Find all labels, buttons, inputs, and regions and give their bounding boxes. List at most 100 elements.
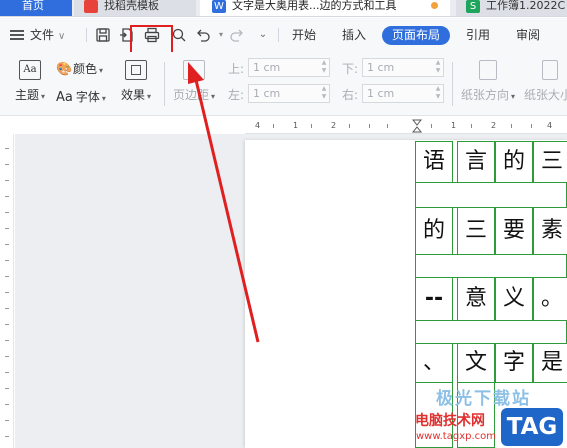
ruler-label: 4: [255, 121, 261, 130]
ruler-tick: [5, 340, 9, 341]
grid-cell[interactable]: 言: [457, 141, 495, 183]
grid-cell[interactable]: 字: [495, 343, 533, 383]
ruler-tick: [5, 356, 9, 357]
grid-cell[interactable]: 义: [495, 277, 533, 321]
ruler-tick: [5, 388, 9, 389]
margin-left-field[interactable]: 1 cm ▲ ▼: [248, 84, 330, 103]
tab-spreadsheet[interactable]: S 工作簿1.2022C: [456, 0, 567, 16]
redo-icon[interactable]: [228, 26, 246, 44]
ruler-tick: [431, 124, 432, 128]
grid-cell[interactable]: 文: [457, 343, 495, 383]
grid-cell[interactable]: 。: [533, 277, 567, 321]
palette-icon: 🎨: [56, 62, 73, 77]
color-button[interactable]: 🎨颜色 ▾: [56, 60, 103, 77]
grid-cell[interactable]: 的: [495, 141, 533, 183]
tab-home-label: 首页: [22, 0, 44, 12]
grid-cell[interactable]: 语: [415, 141, 453, 183]
caret-down-icon: ▾: [41, 92, 46, 101]
spinner-icon[interactable]: ▲ ▼: [433, 85, 443, 102]
paper-size-icon: [542, 60, 558, 80]
tab-bar: 首页 找稻壳模板 W 文字是大奥用表...边的方式和工具 S 工作簿1.2022C: [0, 0, 567, 17]
tab-review[interactable]: 审阅: [510, 26, 546, 45]
tab-template[interactable]: 找稻壳模板: [74, 0, 196, 16]
tab-references[interactable]: 引用: [460, 26, 496, 45]
grid-cell[interactable]: 要: [495, 207, 533, 255]
tab-insert[interactable]: 插入: [336, 26, 372, 45]
ruler-tick: [5, 180, 9, 181]
margin-left-value: 1 cm: [253, 87, 281, 100]
grid-cell[interactable]: 意: [457, 277, 495, 321]
watermark-badge: TAG: [501, 408, 563, 446]
writer-icon: W: [212, 0, 226, 13]
tab-page-layout[interactable]: 页面布局: [382, 26, 451, 45]
grid-cell[interactable]: 三: [457, 207, 495, 255]
font-icon: Aa: [56, 90, 73, 105]
grid-cell[interactable]: 、: [415, 343, 453, 383]
save-icon[interactable]: [94, 26, 112, 44]
theme-icon: Aa: [19, 60, 41, 80]
grid-spacer: [415, 254, 567, 278]
paper-size-label: 纸张大小: [524, 88, 567, 102]
undo-icon[interactable]: [194, 26, 212, 44]
ruler-tick: [5, 244, 9, 245]
paper-size-button[interactable]: 纸张大小: [524, 60, 567, 103]
grid-spacer: [415, 182, 567, 208]
divider: [86, 28, 87, 42]
tab-document[interactable]: W 文字是大奥用表...边的方式和工具: [200, 0, 450, 16]
ruler-tick: [5, 292, 9, 293]
spinner-icon[interactable]: ▲ ▼: [319, 59, 329, 76]
grid-cell[interactable]: 的: [415, 207, 453, 255]
tab-document-label: 文字是大奥用表...边的方式和工具: [232, 0, 397, 12]
grid-cell[interactable]: 是: [533, 343, 567, 383]
ruler-tick: [5, 228, 9, 229]
ruler-tick: [5, 372, 9, 373]
font-button[interactable]: Aa 字体 ▾: [56, 88, 106, 105]
divider: [164, 62, 165, 106]
tab-template-label: 找稻壳模板: [104, 0, 159, 12]
font-label: 字体: [75, 90, 100, 104]
tab-start[interactable]: 开始: [286, 26, 322, 45]
template-icon: [84, 0, 98, 13]
margin-right-label: 右:: [342, 88, 359, 102]
spinner-icon[interactable]: ▲ ▼: [319, 85, 329, 102]
menu-icon: [10, 30, 24, 40]
margins-button[interactable]: 页边距 ▾: [172, 60, 216, 103]
caret-down-icon: ▾: [147, 92, 152, 101]
margins-label: 页边距: [172, 88, 209, 102]
spinner-icon[interactable]: ▲ ▼: [433, 59, 443, 76]
grid-cell[interactable]: 素: [533, 207, 567, 255]
sheet-icon: S: [466, 0, 480, 13]
ribbon: Aa 主题 ▾ 🎨颜色 ▾ Aa 字体 ▾ 效果 ▾ 页边距 ▾ 上: 1 cm ▲ ▼ 左: …: [0, 52, 567, 116]
ruler-label: 2: [331, 121, 337, 130]
orientation-label: 纸张方向: [460, 88, 509, 102]
effect-button[interactable]: 效果 ▾: [118, 60, 154, 103]
ruler-tick: [5, 260, 9, 261]
ruler-tick: [531, 124, 532, 128]
margin-bottom-field[interactable]: 1 cm ▲ ▼: [362, 58, 444, 77]
effect-label: 效果: [120, 88, 145, 102]
ruler-tick: [5, 436, 9, 437]
ruler-label: 2: [491, 121, 497, 130]
ruler-tick: [511, 124, 512, 128]
caret-down-icon: ▾: [511, 92, 516, 101]
caret-down-icon: ▾: [101, 94, 106, 103]
grid-cell[interactable]: --: [415, 277, 453, 321]
ruler-tick: [5, 148, 9, 149]
grid-cell[interactable]: 三: [533, 141, 567, 183]
ruler-tick: [5, 212, 9, 213]
tab-spreadsheet-label: 工作簿1.2022C: [486, 0, 566, 12]
orientation-button[interactable]: 纸张方向 ▾: [456, 60, 520, 103]
margin-top-field[interactable]: 1 cm ▲ ▼: [248, 58, 330, 77]
margin-right-field[interactable]: 1 cm ▲ ▼: [362, 84, 444, 103]
color-label: 颜色: [73, 62, 98, 76]
file-menu-button[interactable]: 文件 ∨: [10, 26, 65, 44]
quick-toolbar: 文件 ∨ ▾ ⌄ 开始 插入 页面布局 引用 审阅: [0, 18, 567, 52]
divider: [278, 28, 279, 42]
indent-marker-icon[interactable]: [412, 119, 422, 133]
more-icon[interactable]: ⌄: [254, 26, 272, 44]
watermark-site-name: 电脑技术网: [415, 413, 485, 429]
tab-home[interactable]: 首页: [0, 0, 72, 16]
ruler-tick: [387, 124, 388, 128]
ruler-tick: [5, 308, 9, 309]
theme-button[interactable]: Aa 主题 ▾: [12, 60, 48, 103]
